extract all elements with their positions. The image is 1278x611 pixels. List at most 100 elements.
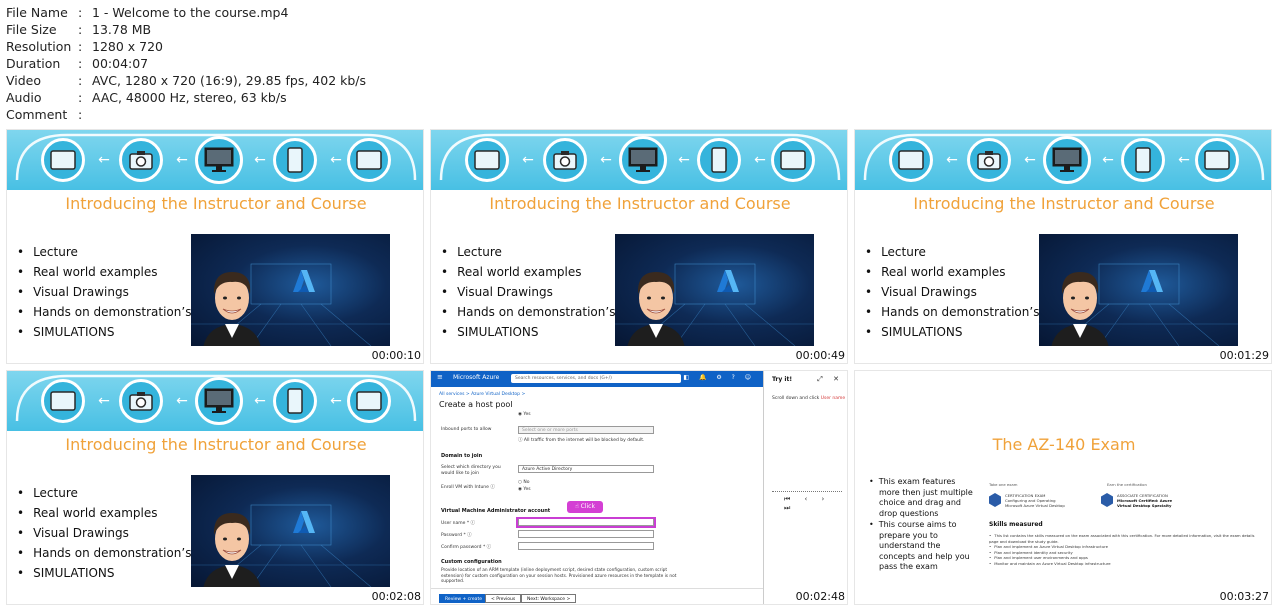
password-label: Password * ⓘ bbox=[441, 533, 472, 538]
slide-bullet-item: Real world examples bbox=[441, 262, 615, 282]
slide-bullet-item: SIMULATIONS bbox=[865, 322, 1039, 342]
exam-info-panel: Take one exam Earn the certification CER… bbox=[981, 479, 1269, 597]
file-info: File Name:1 - Welcome to the course.mp4 F… bbox=[6, 4, 366, 123]
camera-icon bbox=[543, 138, 587, 182]
enroll-no-radio[interactable]: ○ No bbox=[518, 480, 529, 485]
slide-bullets: LectureReal world examplesVisual Drawing… bbox=[865, 242, 1039, 342]
slide-bullet-item: Lecture bbox=[865, 242, 1039, 262]
thumbnail-4[interactable]: ← ← ← ← Introducing the Instructor and C… bbox=[6, 370, 424, 605]
thumbnail-1[interactable]: ← ← ← ← Introducing the Instructor and C… bbox=[6, 129, 424, 364]
azure-top-bar: ≡ Microsoft Azure Search resources, serv… bbox=[431, 371, 763, 387]
slide-bullet-item: Lecture bbox=[17, 242, 191, 262]
password-input[interactable] bbox=[518, 530, 654, 538]
azure-main: All services > Azure Virtual Desktop > C… bbox=[431, 387, 763, 604]
slide-bullets: LectureReal world examplesVisual Drawing… bbox=[17, 483, 191, 583]
file-info-separator: : bbox=[78, 22, 83, 37]
file-info-separator: : bbox=[78, 73, 83, 88]
timestamp: 00:01:29 bbox=[1219, 349, 1269, 362]
file-info-key: Duration bbox=[6, 56, 61, 71]
slide-bullets: LectureReal world examplesVisual Drawing… bbox=[441, 242, 615, 342]
presenter-avatar bbox=[1051, 272, 1109, 346]
file-info-key: Resolution bbox=[6, 39, 72, 54]
file-info-key: File Size bbox=[6, 22, 57, 37]
presenter-avatar bbox=[627, 272, 685, 346]
slide-title: Introducing the Instructor and Course bbox=[65, 435, 367, 454]
try-it-link[interactable]: User name bbox=[821, 396, 845, 401]
azure-brand[interactable]: Microsoft Azure bbox=[453, 374, 499, 381]
thumbnail-6[interactable]: The AZ-140 Exam This exam features more … bbox=[854, 370, 1272, 605]
slide-bullet-item: Visual Drawings bbox=[865, 282, 1039, 302]
arrow-left-icon: ← bbox=[330, 152, 342, 168]
file-info-value: 1280 x 720 bbox=[92, 39, 164, 54]
earn-cert-label: Earn the certification bbox=[1107, 482, 1147, 487]
cert-card-name-2: Virtual Desktop Specialty bbox=[1117, 502, 1172, 508]
azure-search-input[interactable]: Search resources, services, and docs (G+… bbox=[511, 374, 681, 383]
slide-banner: ← ← ← ← bbox=[7, 371, 423, 431]
directory-label: Select which directory you would like to… bbox=[441, 465, 501, 476]
arrow-left-icon: ← bbox=[946, 152, 958, 168]
file-info-separator: : bbox=[78, 56, 83, 71]
monitor-icon bbox=[195, 136, 243, 184]
public-ip-yes-radio[interactable]: ◉ Yes bbox=[518, 412, 531, 417]
slide-bullet-item: Visual Drawings bbox=[17, 282, 191, 302]
certification-card[interactable]: ASSOCIATE CERTIFICATION Microsoft Certif… bbox=[1101, 489, 1172, 511]
arrow-left-icon: ← bbox=[330, 393, 342, 409]
slide-bullet-item: SIMULATIONS bbox=[17, 563, 191, 583]
take-exam-label: Take one exam bbox=[989, 482, 1018, 487]
phone-icon bbox=[1121, 138, 1165, 182]
domain-heading: Domain to join bbox=[441, 453, 483, 459]
breadcrumb[interactable]: All services > Azure Virtual Desktop > bbox=[439, 392, 525, 397]
azure-logo-icon bbox=[1141, 270, 1163, 292]
directory-select[interactable]: Azure Active Directory bbox=[518, 465, 654, 473]
azure-video-frame bbox=[1039, 234, 1238, 346]
exam-card-name-2: Microsoft Azure Virtual Desktop bbox=[1005, 502, 1065, 508]
tablet-icon bbox=[41, 138, 85, 182]
admin-heading: Virtual Machine Administrator account bbox=[441, 508, 551, 514]
azure-video-frame bbox=[191, 475, 390, 587]
phone-icon bbox=[697, 138, 741, 182]
azure-logo-icon bbox=[293, 270, 315, 292]
username-highlight[interactable] bbox=[516, 517, 656, 528]
presenter-avatar bbox=[203, 272, 261, 346]
inbound-ports-select[interactable]: Select one or more ports bbox=[518, 426, 654, 434]
skills-heading: Skills measured bbox=[989, 521, 1043, 528]
presenter-avatar bbox=[203, 513, 261, 587]
confirm-password-label: Confirm password * ⓘ bbox=[441, 545, 492, 550]
thumbnail-3[interactable]: ← ← ← ← Introducing the Instructor and C… bbox=[854, 129, 1272, 364]
exam-card[interactable]: CERTIFICATION EXAM Configuring and Opera… bbox=[989, 489, 1065, 511]
skills-list: This list contains the skills measured o… bbox=[989, 533, 1259, 567]
slide-bullet-item: Hands on demonstration’s bbox=[17, 302, 191, 322]
file-info-row: Audio: AAC, 48000 Hz, stereo, 63 kb/s bbox=[6, 89, 366, 106]
exam-bullet-item: This exam features more then just multip… bbox=[869, 477, 977, 519]
enroll-yes-radio[interactable]: ◉ Yes bbox=[518, 487, 531, 492]
username-label: User name * ⓘ bbox=[441, 521, 476, 526]
arrow-left-icon: ← bbox=[600, 152, 612, 168]
slide-title: Introducing the Instructor and Course bbox=[489, 194, 791, 213]
monitor-icon bbox=[619, 136, 667, 184]
custom-config-text: Provide location of an ARM template (inl… bbox=[441, 568, 677, 584]
file-info-value: AAC, 48000 Hz, stereo, 63 kb/s bbox=[92, 90, 287, 105]
arrow-left-icon: ← bbox=[254, 152, 266, 168]
confirm-password-input[interactable] bbox=[518, 542, 654, 550]
cert-badge-icon bbox=[1101, 493, 1113, 507]
hamburger-icon[interactable]: ≡ bbox=[437, 373, 443, 381]
camera-icon bbox=[119, 138, 163, 182]
review-create-button[interactable]: Review + create bbox=[439, 594, 488, 603]
azure-logo-icon bbox=[293, 511, 315, 533]
try-it-nav-controls[interactable]: ⏮ ‹ › ⏭ bbox=[784, 495, 847, 513]
slide-bullet-item: Hands on demonstration’s bbox=[17, 543, 191, 563]
timestamp: 00:02:48 bbox=[795, 590, 845, 603]
file-info-key: File Name bbox=[6, 5, 68, 20]
file-info-row: File Size:13.78 MB bbox=[6, 21, 366, 38]
page-title: Create a host pool bbox=[439, 400, 513, 409]
try-it-instruction: Scroll down and click User name bbox=[772, 396, 845, 401]
previous-button[interactable]: < Previous bbox=[485, 594, 522, 603]
azure-toolbar-icons[interactable]: ▣ ◧ 🔔 ⚙ ? ☺ bbox=[668, 374, 755, 381]
thumbnail-2[interactable]: ← ← ← ← Introducing the Instructor and C… bbox=[430, 129, 848, 364]
thumbnail-5[interactable]: ≡ Microsoft Azure Search resources, serv… bbox=[430, 370, 848, 605]
try-it-window-icons[interactable]: ⤢ ✕ bbox=[817, 375, 843, 384]
tablet-icon bbox=[889, 138, 933, 182]
tablet-icon bbox=[1195, 138, 1239, 182]
next-workspace-button[interactable]: Next: Workspace > bbox=[521, 594, 577, 603]
phone-icon bbox=[273, 138, 317, 182]
